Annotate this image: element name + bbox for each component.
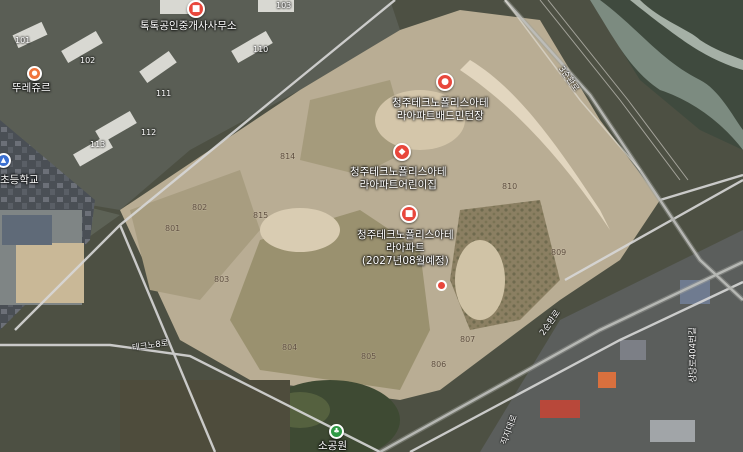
- poi-label-line: 청주테크노폴리스아테: [392, 97, 489, 109]
- building-number: 113: [90, 140, 106, 149]
- building-number: 103: [276, 1, 292, 10]
- lot-number: 810: [502, 182, 518, 191]
- lot-number: 802: [192, 203, 208, 212]
- poi-label-kindergarten[interactable]: 청주테크노폴리스아테 라아파트어린이집: [350, 166, 447, 192]
- satellite-imagery: [0, 0, 743, 452]
- poi-label-realestate[interactable]: 톡톡공인중개사사무소: [140, 20, 237, 33]
- park-icon[interactable]: ♣: [329, 424, 344, 439]
- lot-number: 809: [551, 248, 567, 257]
- lot-number: 803: [214, 275, 230, 284]
- poi-label-line: 라아파트어린이집: [359, 179, 437, 191]
- lot-number: 804: [282, 343, 298, 352]
- sports-icon[interactable]: ●: [436, 73, 454, 91]
- building-number: 111: [156, 89, 172, 98]
- lot-number: 815: [253, 211, 269, 220]
- poi-label-line: 청주테크노폴리스아테: [350, 166, 447, 178]
- building-number: 102: [80, 56, 96, 65]
- poi-label-line: (2027년08월예정): [361, 255, 449, 267]
- kindergarten-icon[interactable]: ◆: [393, 143, 411, 161]
- lot-number: 806: [431, 360, 447, 369]
- poi-label-line: 청주테크노폴리스아테: [357, 229, 454, 241]
- poi-label-line: 라아파트배드민턴장: [396, 110, 484, 122]
- poi-label-apartment[interactable]: 청주테크노폴리스아테 라아파트 (2027년08월예정): [357, 229, 454, 268]
- satellite-map[interactable]: 103 101 102 110 111 112 113 814 802 801 …: [0, 0, 743, 452]
- location-dot[interactable]: [436, 280, 447, 291]
- bakery-icon[interactable]: ●: [27, 66, 42, 81]
- building-number: 101: [15, 36, 31, 45]
- poi-label-bakery[interactable]: 뚜레쥬르: [12, 82, 51, 95]
- building-number: 112: [141, 128, 157, 137]
- lot-number: 807: [460, 335, 476, 344]
- apartment-icon[interactable]: ■: [400, 205, 418, 223]
- poi-label-park[interactable]: 소공원: [318, 440, 347, 452]
- poi-label-school[interactable]: 초등학교: [0, 174, 39, 187]
- lot-number: 814: [280, 152, 296, 161]
- road-label-sangdangro: 상당로404번길: [688, 327, 699, 383]
- poi-label-badminton[interactable]: 청주테크노폴리스아테 라아파트배드민턴장: [392, 97, 489, 123]
- shop-icon[interactable]: ■: [187, 0, 205, 18]
- lot-number: 805: [361, 352, 377, 361]
- building-number: 110: [253, 45, 269, 54]
- poi-label-line: 라아파트: [385, 242, 425, 254]
- lot-number: 801: [165, 224, 181, 233]
